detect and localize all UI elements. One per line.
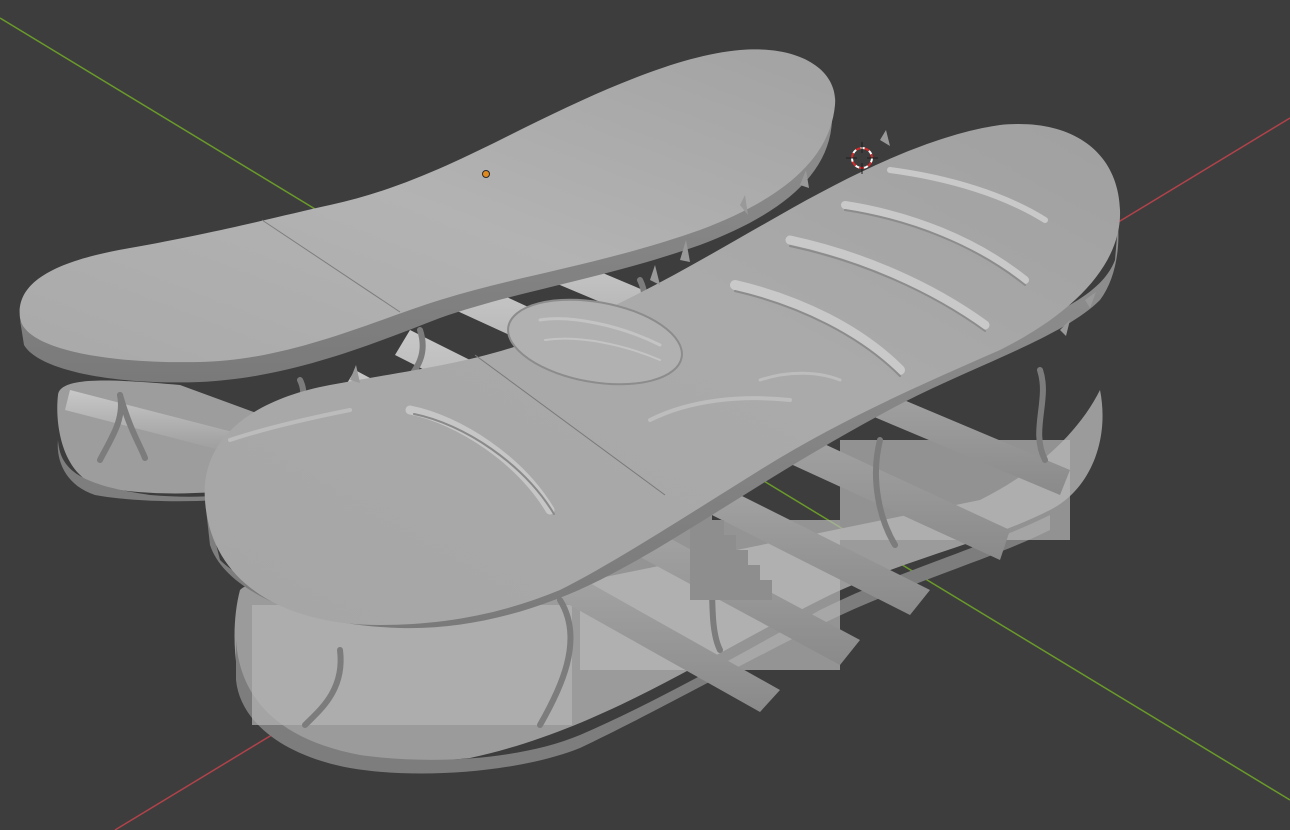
3d-viewport[interactable] xyxy=(0,0,1290,830)
origin-marker[interactable] xyxy=(482,170,490,178)
viewport-canvas[interactable] xyxy=(0,0,1290,830)
